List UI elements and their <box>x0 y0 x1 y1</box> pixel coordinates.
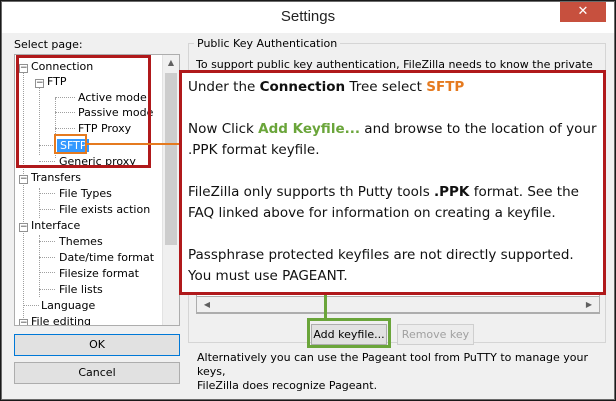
tree-item-file-lists[interactable]: File lists <box>59 282 103 297</box>
settings-tree[interactable]: − Connection − FTP Active mode Passive mod… <box>14 54 180 326</box>
title-bar: Settings ✕ <box>2 2 614 33</box>
scroll-up-icon[interactable]: ▲ <box>163 55 179 71</box>
cancel-button[interactable]: Cancel <box>14 362 180 384</box>
callout-paragraph-1: Under the Connection Tree select SFTP <box>188 79 465 95</box>
remove-key-button[interactable]: Remove key <box>397 324 474 345</box>
scroll-left-icon[interactable]: ◀ <box>199 297 215 313</box>
tree-item-filesize-format[interactable]: Filesize format <box>59 266 139 281</box>
add-keyfile-button[interactable]: Add keyfile... <box>311 324 387 345</box>
collapse-icon[interactable]: − <box>19 175 28 184</box>
select-page-label: Select page: <box>14 38 83 51</box>
pageant-note: Alternatively you can use the Pageant to… <box>197 351 589 392</box>
tree-item-active-mode[interactable]: Active mode <box>78 90 147 105</box>
tree-item-language[interactable]: Language <box>41 298 95 313</box>
callout-paragraph-4: Passphrase protected keyfiles are not di… <box>188 247 574 284</box>
group-title: Public Key Authentication <box>194 37 341 50</box>
tree-item-date-time-format[interactable]: Date/time format <box>59 250 154 265</box>
tree-item-file-types[interactable]: File Types <box>59 186 112 201</box>
tree-item-passive-mode[interactable]: Passive mode <box>78 105 153 120</box>
window-title: Settings <box>280 8 336 25</box>
scroll-right-icon[interactable]: ▶ <box>581 297 597 313</box>
callout-paragraph-3: FileZilla only supports th Putty tools .… <box>188 184 579 221</box>
collapse-icon[interactable]: − <box>19 64 28 73</box>
tree-item-interface[interactable]: − Interface <box>19 218 80 233</box>
tree-item-themes[interactable]: Themes <box>59 234 103 249</box>
tree-item-connection[interactable]: − Connection <box>19 59 93 74</box>
add-keyfile-connector <box>324 295 327 319</box>
tree-item-generic-proxy[interactable]: Generic proxy <box>59 154 136 169</box>
tree-item-file-editing[interactable]: − File editing <box>19 314 91 325</box>
callout-paragraph-2: Now Click Add Keyfile... and browse to t… <box>188 121 597 158</box>
close-icon[interactable]: ✕ <box>560 2 606 22</box>
sftp-connector <box>87 143 179 145</box>
tree-item-file-exists-action[interactable]: File exists action <box>59 202 150 217</box>
instruction-callout: Under the Connection Tree select SFTP No… <box>179 70 606 295</box>
tree-item-ftp[interactable]: − FTP <box>35 74 67 89</box>
ok-button[interactable]: OK <box>14 334 180 356</box>
collapse-icon[interactable]: − <box>19 319 28 325</box>
scroll-thumb[interactable] <box>165 73 177 245</box>
collapse-icon[interactable]: − <box>35 79 44 88</box>
collapse-icon[interactable]: − <box>19 223 28 232</box>
tree-item-sftp[interactable]: SFTP <box>57 138 90 153</box>
tree-item-transfers[interactable]: − Transfers <box>19 170 81 185</box>
keyfile-list-hscroll[interactable]: ◀ ▶ <box>196 296 600 313</box>
tree-item-ftp-proxy[interactable]: FTP Proxy <box>78 121 131 136</box>
tree-scrollbar[interactable]: ▲ <box>162 55 179 325</box>
